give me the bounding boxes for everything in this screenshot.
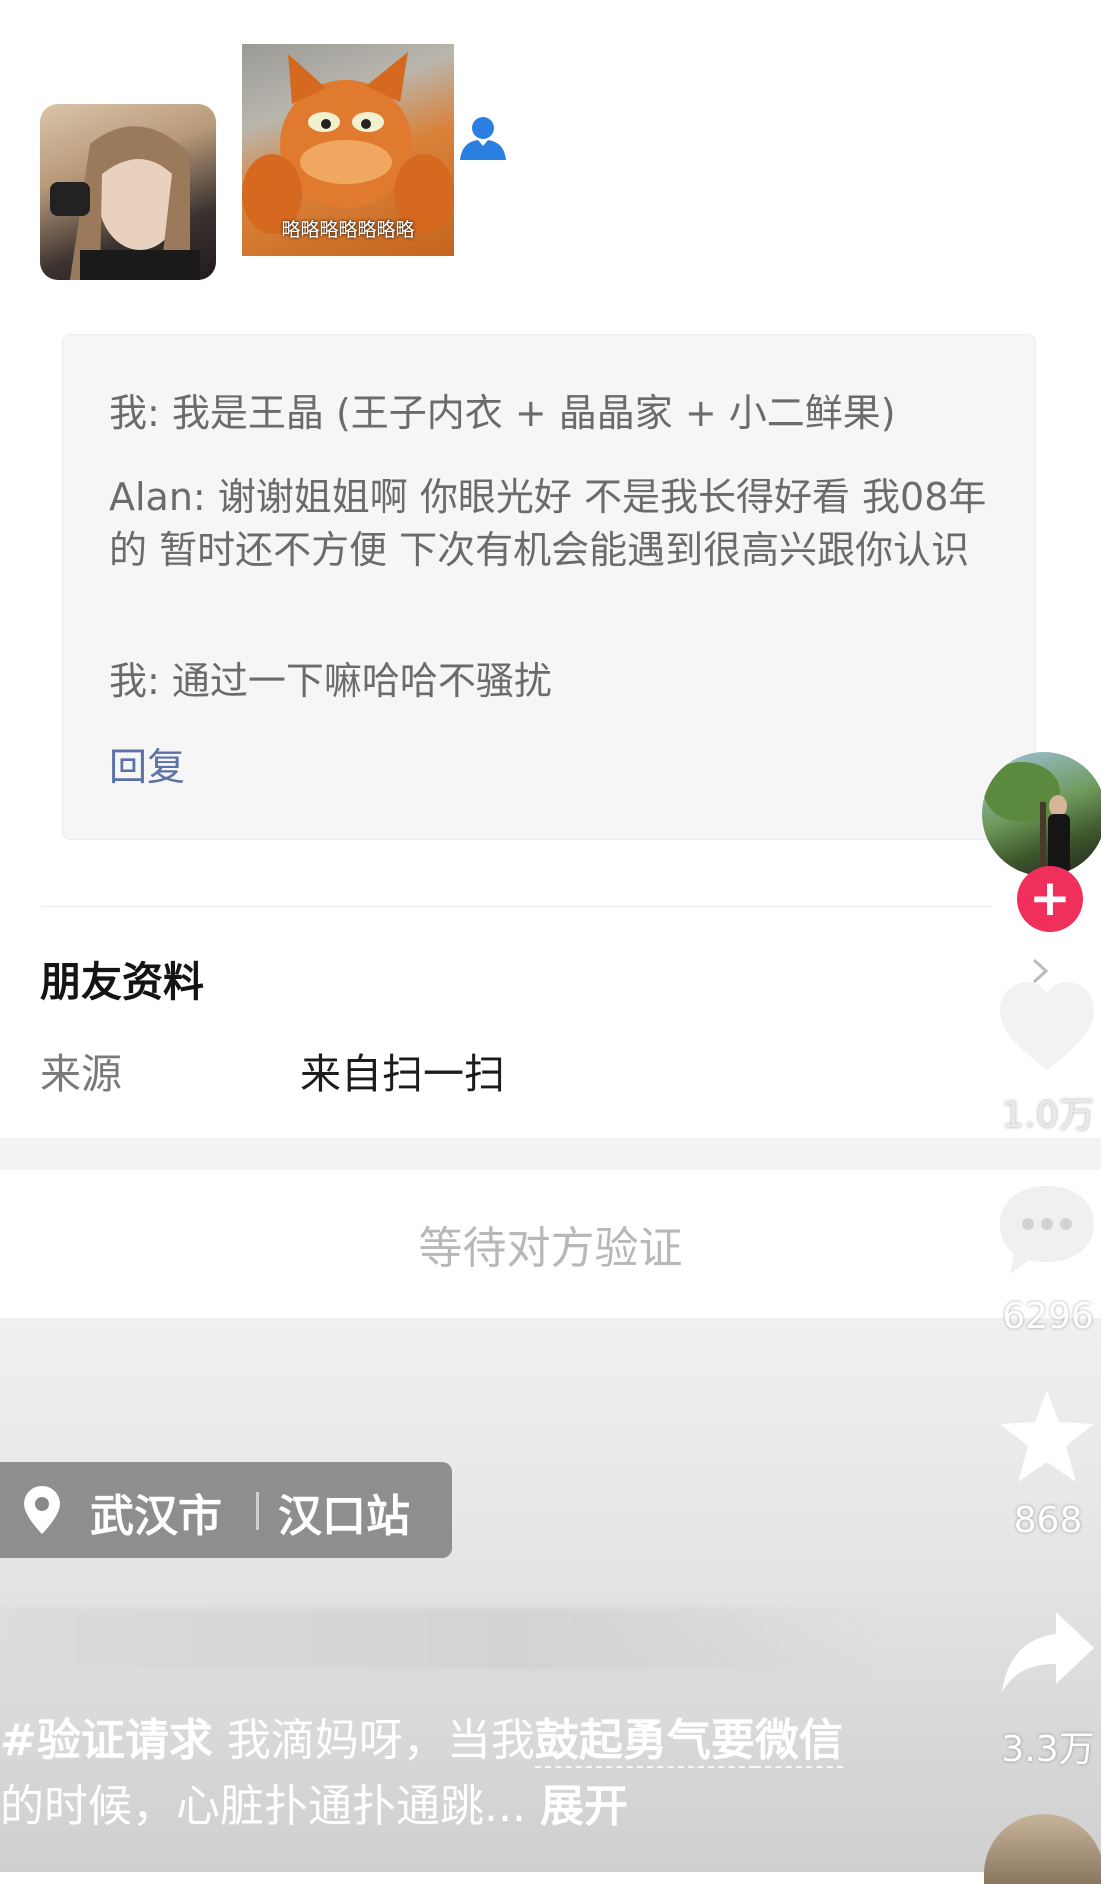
back-icon[interactable] bbox=[6, 8, 52, 78]
author-avatar[interactable] bbox=[982, 752, 1101, 876]
photo-caption: 略略略略略略略 bbox=[281, 219, 415, 241]
blurred-text-line bbox=[0, 1608, 880, 1670]
message-line: Alan: 谢谢姐姐啊 你眼光好 不是我长得好看 我08年的 暂时还不方便 下次… bbox=[109, 475, 987, 572]
expand-caption-link[interactable]: 展开 bbox=[540, 1781, 628, 1832]
source-label: 来源 bbox=[40, 1050, 122, 1098]
section-gap bbox=[0, 1138, 1101, 1170]
verification-message-box: 我: 我是王晶 (王子内衣 + 晶晶家 + 小二鲜果) Alan: 谢谢姐姐啊 … bbox=[62, 334, 1036, 840]
profile-photo-1[interactable] bbox=[40, 104, 216, 280]
source-value: 来自扫一扫 bbox=[300, 1050, 505, 1098]
caption-text: 我滴妈呀，当我 bbox=[212, 1715, 535, 1766]
favorite-count: 868 bbox=[1013, 1500, 1083, 1541]
favorite-star-icon[interactable] bbox=[996, 1386, 1098, 1486]
message-line: 我: 通过一下嘛哈哈不骚扰 bbox=[109, 659, 552, 703]
message-line: 我: 我是王晶 (王子内衣 + 晶晶家 + 小二鲜果) bbox=[109, 391, 896, 435]
add-contact-icon[interactable] bbox=[458, 116, 508, 162]
share-count: 3.3万 bbox=[1001, 1729, 1095, 1770]
comment-icon[interactable] bbox=[996, 1180, 1098, 1280]
reply-link[interactable]: 回复 bbox=[109, 741, 185, 794]
avatar-illustration bbox=[984, 762, 1070, 876]
portrait-illustration bbox=[50, 126, 200, 280]
like-count: 1.0万 bbox=[1001, 1095, 1095, 1136]
friend-info-title: 朋友资料 bbox=[40, 958, 204, 1006]
caption-keyword[interactable]: 鼓起勇气要 bbox=[534, 1715, 755, 1768]
location-pin-icon bbox=[24, 1486, 60, 1534]
location-tag[interactable]: 武汉市 汉口站 bbox=[0, 1462, 452, 1558]
follow-button[interactable]: + bbox=[1017, 866, 1083, 932]
profile-photo-2[interactable]: 略略略略略略略 bbox=[242, 44, 454, 256]
caption-hashtag[interactable]: #验证请求 bbox=[0, 1715, 213, 1766]
caption-text: 的时候，心脏扑通扑通跳... bbox=[0, 1781, 540, 1832]
caption-keyword[interactable]: 微信 bbox=[754, 1715, 843, 1768]
location-separator bbox=[256, 1492, 259, 1530]
waiting-verification-label: 等待对方验证 bbox=[418, 1223, 683, 1274]
location-city: 武汉市 bbox=[90, 1491, 222, 1542]
search-icon[interactable] bbox=[1004, 0, 1084, 80]
comment-count: 6296 bbox=[1002, 1296, 1094, 1337]
divider bbox=[42, 906, 992, 907]
like-heart-icon[interactable] bbox=[996, 978, 1098, 1078]
video-caption: #验证请求 我滴妈呀，当我鼓起勇气要微信的时候，心脏扑通扑通跳... 展开 bbox=[0, 1708, 860, 1840]
share-arrow-icon[interactable] bbox=[996, 1606, 1098, 1706]
location-station: 汉口站 bbox=[278, 1491, 410, 1542]
